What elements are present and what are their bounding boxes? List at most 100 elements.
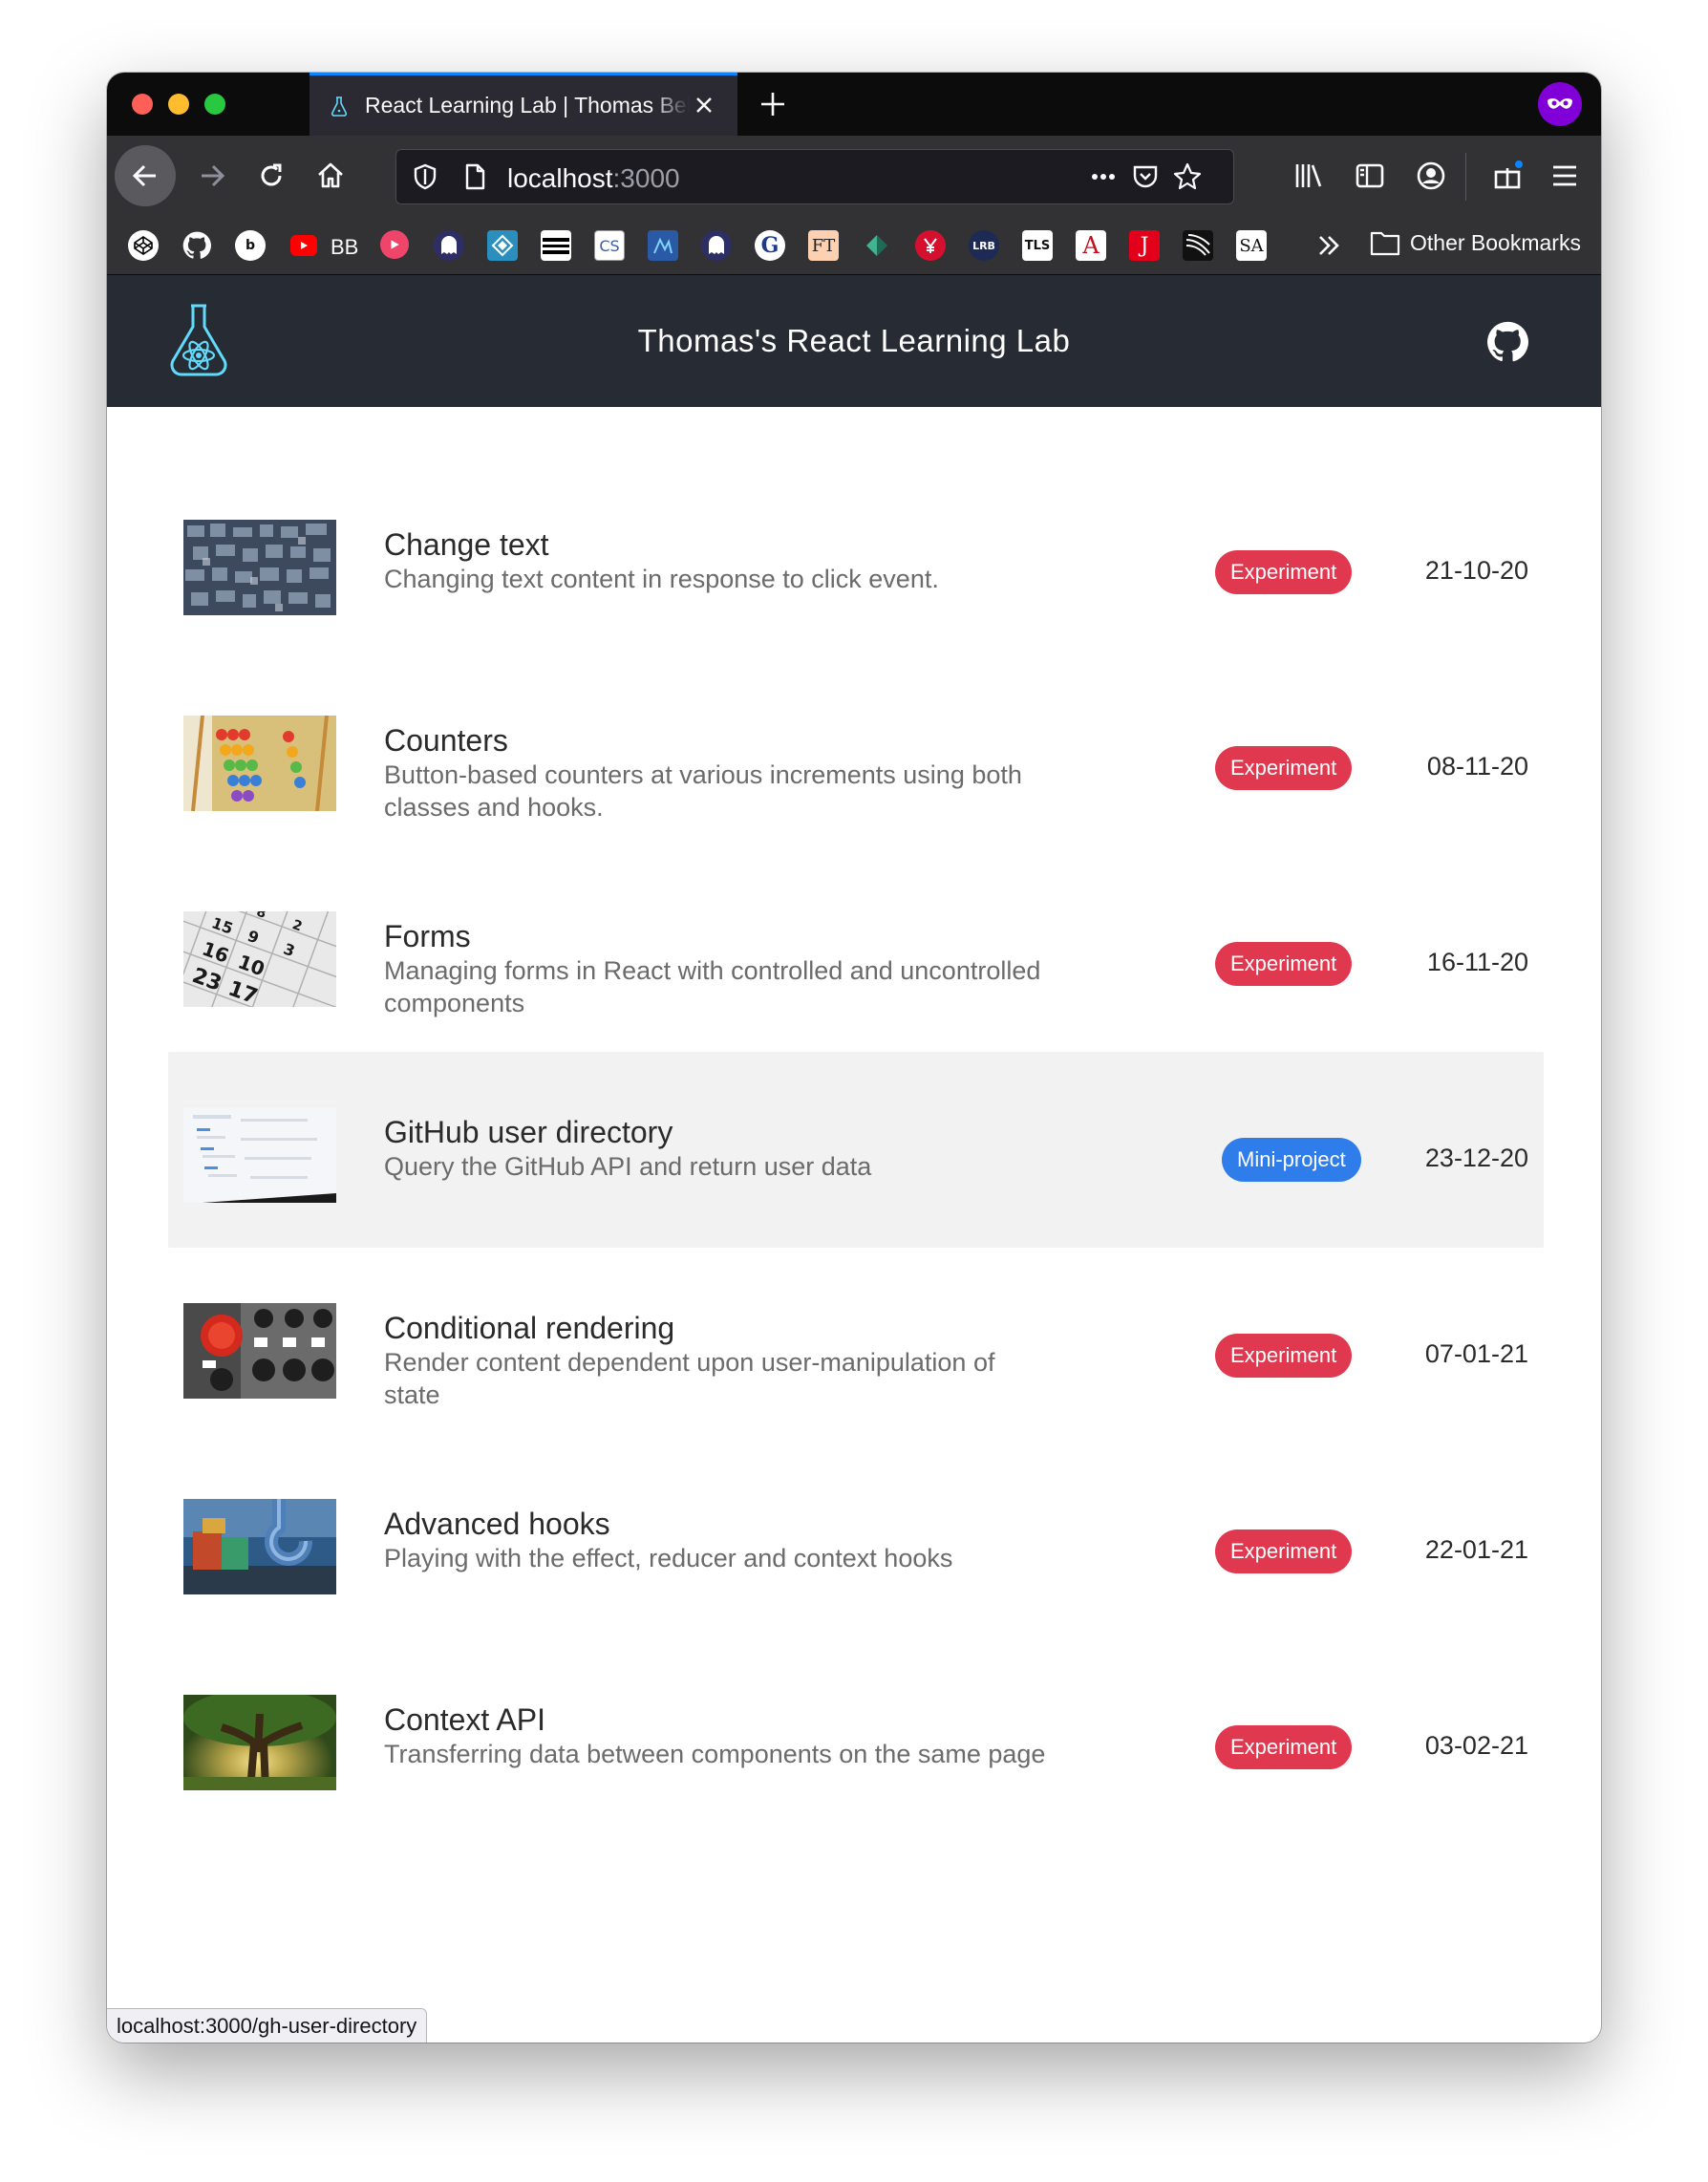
bookmark-yen-icon[interactable] <box>915 230 946 261</box>
project-row-github-user-directory[interactable]: GitHub user directory Query the GitHub A… <box>168 1052 1544 1248</box>
project-type-badge: Experiment <box>1215 1725 1353 1769</box>
bookmark-a-icon[interactable]: A <box>1076 230 1106 261</box>
project-title[interactable]: Counters <box>384 723 508 759</box>
navigation-toolbar: localhost:3000 <box>107 136 1601 216</box>
bookmark-ft-icon[interactable]: FT <box>808 230 839 261</box>
page-actions-more-icon[interactable] <box>1088 161 1119 192</box>
back-arrow-icon <box>132 164 156 187</box>
project-title[interactable]: Context API <box>384 1702 545 1738</box>
bookmark-youtube-icon[interactable] <box>290 235 317 256</box>
project-description: Managing forms in React with controlled … <box>384 956 1041 1017</box>
project-date: 03-02-21 <box>1424 1731 1528 1760</box>
bookmark-arrow-icon[interactable] <box>862 230 892 261</box>
back-button[interactable] <box>115 145 176 206</box>
bookmark-sa-icon[interactable]: SA <box>1236 230 1267 261</box>
close-tab-icon[interactable] <box>692 93 716 118</box>
project-type-badge: Experiment <box>1215 1530 1353 1573</box>
forward-arrow-icon <box>202 164 225 187</box>
project-date: 21-10-20 <box>1424 556 1528 585</box>
minimize-window-button[interactable] <box>168 94 189 115</box>
project-description: Render content dependent upon user-manip… <box>384 1348 995 1409</box>
other-bookmarks-label: Other Bookmarks <box>1410 229 1581 255</box>
toolbar-separator <box>1465 153 1466 201</box>
bookmark-play-icon[interactable] <box>380 230 409 259</box>
thumbnail-control-panel <box>183 1303 336 1399</box>
reload-button[interactable] <box>245 149 298 203</box>
url-bar[interactable]: localhost:3000 <box>395 149 1234 204</box>
bookmark-b-icon[interactable]: b <box>235 230 266 261</box>
project-date: 16-11-20 <box>1426 948 1528 976</box>
bookmark-codepen-icon[interactable] <box>128 230 159 261</box>
bookmark-ghost-icon[interactable] <box>434 230 464 261</box>
pocket-icon[interactable] <box>1130 161 1161 192</box>
library-icon[interactable] <box>1292 159 1326 193</box>
page-info-icon[interactable] <box>459 161 490 192</box>
bookmark-diamond-icon[interactable] <box>487 230 518 261</box>
project-title[interactable]: GitHub user directory <box>384 1115 673 1150</box>
thumbnail-tree <box>183 1695 336 1790</box>
home-icon <box>318 162 343 188</box>
forward-button[interactable] <box>185 149 239 203</box>
bookmarks-toolbar: b BB CS G FT LRB TLS A J SA Other Bookma… <box>107 216 1601 275</box>
project-date: 23-12-20 <box>1424 1144 1528 1172</box>
sidebar-icon[interactable] <box>1353 159 1387 193</box>
new-tab-icon[interactable] <box>757 88 789 120</box>
bookmark-j-icon[interactable]: J <box>1129 230 1160 261</box>
project-row-change-text[interactable]: Change text Changing text content in res… <box>168 464 1544 660</box>
browser-window: React Learning Lab | Thomas Bell localho… <box>107 73 1601 2043</box>
project-description: Query the GitHub API and return user dat… <box>384 1152 872 1181</box>
bookmark-tls-icon[interactable]: TLS <box>1022 230 1053 261</box>
github-link-icon[interactable] <box>1486 321 1528 363</box>
tab-title: React Learning Lab | Thomas Bell <box>365 93 690 118</box>
thumbnail-calendar: 82 15 93 16 10 23 17 <box>183 911 336 1007</box>
url-text[interactable]: localhost:3000 <box>507 163 680 194</box>
private-browsing-icon <box>1538 82 1582 126</box>
project-row-advanced-hooks[interactable]: Advanced hooks Playing with the effect, … <box>168 1444 1544 1639</box>
bookmark-star-icon[interactable] <box>1172 161 1203 192</box>
reload-icon <box>261 163 282 186</box>
thumbnail-abacus <box>183 716 336 811</box>
bookmark-github-icon[interactable] <box>181 230 212 261</box>
other-bookmarks-folder[interactable]: Other Bookmarks <box>1370 229 1581 256</box>
bookmark-ghost-2-icon[interactable] <box>701 230 732 261</box>
project-row-context-api[interactable]: Context API Transferring data between co… <box>168 1639 1544 1835</box>
bookmark-bb-label[interactable]: BB <box>331 235 358 260</box>
menu-hamburger-icon[interactable] <box>1548 159 1582 193</box>
project-description: Playing with the effect, reducer and con… <box>384 1544 953 1572</box>
link-status-bar: localhost:3000/gh-user-directory <box>107 2008 428 2043</box>
project-row-counters[interactable]: Counters Button-based counters at variou… <box>168 660 1544 856</box>
close-window-button[interactable] <box>132 94 153 115</box>
project-title[interactable]: Forms <box>384 919 471 954</box>
project-type-badge: Mini-project <box>1222 1138 1361 1182</box>
bookmark-cs-icon[interactable]: CS <box>594 230 625 261</box>
account-icon[interactable] <box>1414 159 1448 193</box>
app-title: Thomas's React Learning Lab <box>637 323 1071 358</box>
folder-icon <box>1370 231 1400 256</box>
extensions-gift-icon[interactable] <box>1490 159 1525 193</box>
bookmark-stripes-icon[interactable] <box>541 230 571 261</box>
bookmark-chart-icon[interactable] <box>648 230 678 261</box>
bookmark-swoosh-icon[interactable] <box>1183 230 1213 261</box>
url-host: localhost <box>507 163 613 193</box>
zoom-window-button[interactable] <box>204 94 225 115</box>
project-title[interactable]: Conditional rendering <box>384 1311 674 1346</box>
project-title[interactable]: Change text <box>384 527 549 563</box>
tab-active[interactable]: React Learning Lab | Thomas Bell <box>310 73 737 136</box>
home-button[interactable] <box>304 149 357 203</box>
project-type-badge: Experiment <box>1215 550 1353 594</box>
project-date: 22-01-21 <box>1424 1535 1528 1564</box>
project-date: 07-01-21 <box>1424 1339 1528 1368</box>
project-title[interactable]: Advanced hooks <box>384 1507 610 1542</box>
project-description: Changing text content in response to cli… <box>384 565 939 593</box>
thumbnail-crane-hook <box>183 1499 336 1594</box>
bookmarks-overflow-chevron-icon[interactable] <box>1313 229 1345 262</box>
bookmark-g-icon[interactable]: G <box>755 230 785 261</box>
tracking-protection-shield-icon[interactable] <box>410 161 440 192</box>
thumbnail-letterpress-blocks <box>183 520 336 615</box>
bookmark-lrb-icon[interactable]: LRB <box>969 230 999 261</box>
project-row-conditional-rendering[interactable]: Conditional rendering Render content dep… <box>168 1248 1544 1444</box>
project-row-forms[interactable]: 82 15 9 3 16 10 23 17 Forms Managing forms i… <box>168 856 1544 1052</box>
project-date: 08-11-20 <box>1426 752 1528 781</box>
project-description: Button-based counters at various increme… <box>384 760 1022 822</box>
tab-strip: React Learning Lab | Thomas Bell <box>107 73 1601 136</box>
